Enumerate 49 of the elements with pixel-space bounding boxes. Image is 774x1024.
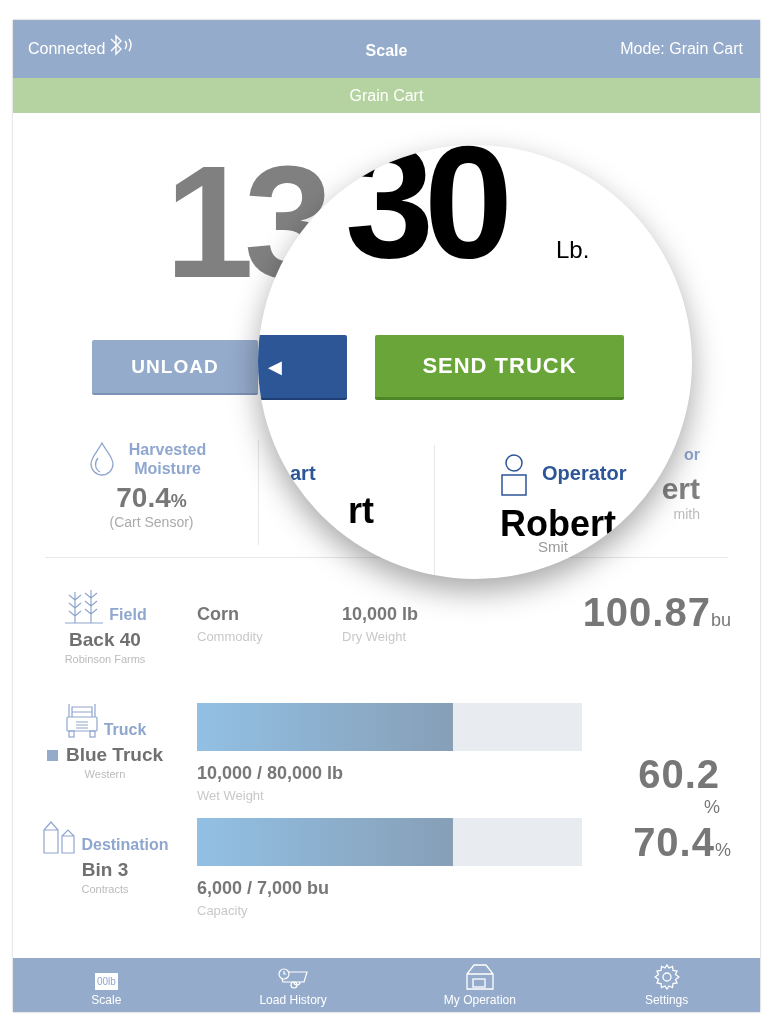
screen-title: Scale <box>364 42 409 60</box>
row-label: Destination <box>81 836 169 854</box>
operator-surname: mith <box>673 506 700 522</box>
scale-icon: 00lb <box>94 973 118 990</box>
tab-item[interactable]: Settings <box>586 958 747 1012</box>
unload-button[interactable]: UNLOAD <box>92 340 258 395</box>
total-unit: bu <box>710 610 731 631</box>
amount-value: 6,000 / 7,000 bu <box>197 878 331 899</box>
mode-label: Mode: Grain Cart <box>620 40 743 58</box>
moisture-label: Harvested Moisture <box>127 440 208 479</box>
row-name: Back 40 <box>69 629 141 651</box>
stat-value: 10,000 lb <box>342 604 420 625</box>
back-button[interactable]: ◀ <box>258 335 347 400</box>
total-value: 60.2 <box>638 752 720 797</box>
total-value: 70.4 <box>633 820 715 865</box>
settings-icon <box>653 964 680 990</box>
operator-label: Operator <box>542 462 627 485</box>
amount-value: 10,000 / 80,000 lb <box>197 763 345 784</box>
row-label: Field <box>109 606 147 624</box>
stat-value: Corn <box>197 604 240 625</box>
operator-name: ert <box>661 472 700 506</box>
barn-icon <box>463 962 496 990</box>
row-subtitle: Contracts <box>81 883 129 895</box>
total-unit: % <box>715 840 731 861</box>
connection-status: Connected <box>28 40 106 58</box>
truck-icon <box>63 703 100 739</box>
trailer-clock-icon <box>277 966 310 990</box>
row-name: Bin 3 <box>81 859 129 881</box>
send-truck-button[interactable]: SEND TRUCK <box>375 335 624 400</box>
drop-icon <box>88 441 116 478</box>
weight-unit: Lb. <box>556 236 590 264</box>
row-subtitle: Robinson Farms <box>64 653 146 665</box>
total-value: 100.87 <box>582 590 711 635</box>
operator-surname: Smit <box>538 538 568 555</box>
operator-label: or <box>684 446 700 464</box>
wheat-icon <box>63 588 106 624</box>
banner-text: Grain Cart <box>349 86 424 105</box>
person-icon <box>500 453 528 497</box>
row-subtitle: Western <box>84 768 126 780</box>
moisture-value: 70.4% <box>116 482 187 515</box>
tab-item[interactable]: My Operation <box>399 958 560 1012</box>
cart-value: rt <box>348 490 374 532</box>
total-unit: % <box>704 797 720 818</box>
cart-label: art <box>290 462 316 485</box>
row-name: Blue Truck <box>65 744 164 766</box>
moisture-source: (Cart Sensor) <box>109 514 194 531</box>
tab-item[interactable]: Load History <box>213 958 374 1012</box>
row-label: Truck <box>103 721 147 739</box>
tab-item[interactable]: 00lb Scale <box>26 958 187 1012</box>
